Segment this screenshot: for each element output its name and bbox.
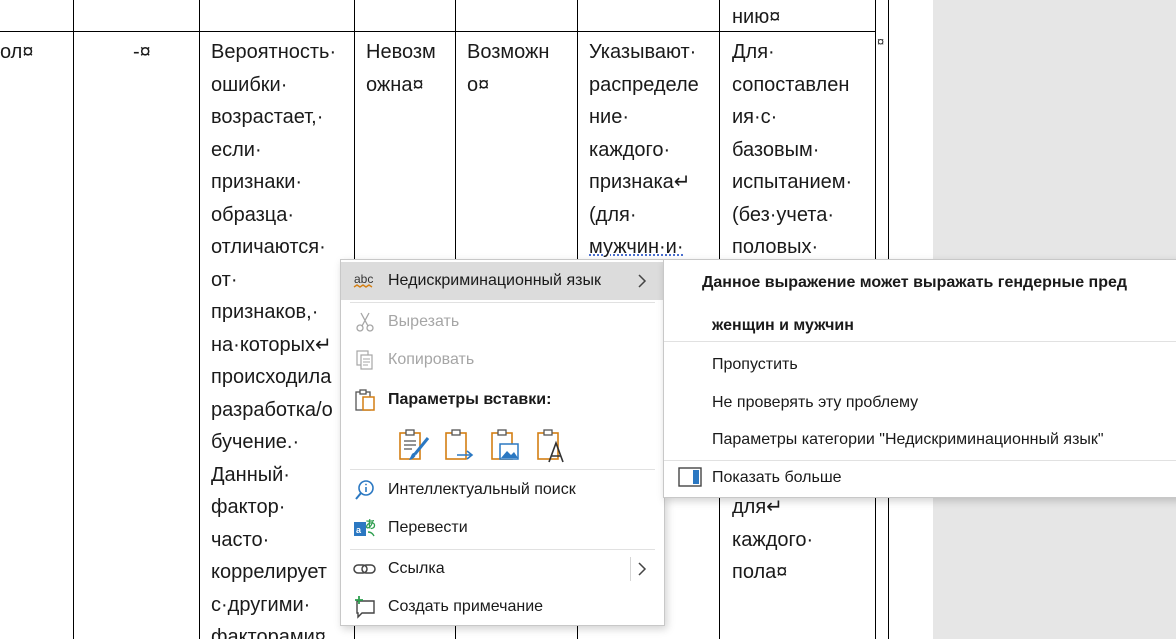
menu-separator	[664, 341, 1176, 342]
text-line: на·которых↵	[211, 333, 332, 356]
menu-item-label: Недискриминационный язык	[388, 272, 601, 289]
text-line: распределе	[589, 73, 699, 96]
chevron-right-icon	[638, 274, 647, 288]
menu-item-link[interactable]: Ссылка	[341, 550, 664, 588]
menu-separator	[664, 460, 1176, 461]
chevron-right-icon	[638, 562, 647, 576]
table-cell-col4[interactable]: Невозм ожна¤	[366, 36, 436, 101]
suggestion-heading-line2: женщин и мужчин	[712, 317, 854, 334]
table-cell-col6[interactable]: Указывают· распределе ние· каждого· приз…	[589, 36, 699, 264]
context-menu: abc Недискриминационный язык Вырезать Ко…	[340, 259, 665, 626]
text-line: признаков,·	[211, 301, 319, 323]
text-line: сопоставлен	[732, 73, 850, 96]
abc-spellcheck-icon: abc	[353, 269, 377, 293]
menu-item-label: Ссылка	[388, 560, 445, 577]
paste-icon	[353, 388, 377, 412]
picture-icon[interactable]	[483, 426, 529, 466]
submenu-item-skip[interactable]: Пропустить	[712, 356, 798, 374]
table-cell-col2[interactable]: -¤	[133, 36, 151, 69]
text-line: происходила	[211, 366, 332, 388]
text-line: (для·	[589, 203, 637, 226]
text-line: если·	[211, 138, 262, 161]
text-line: фактор·	[211, 496, 286, 518]
menu-item-cut[interactable]: Вырезать	[341, 303, 664, 341]
translate-icon: a あ	[353, 516, 377, 540]
text-line: факторами¤	[211, 626, 326, 639]
inclusive-language-submenu: Данное выражение может выражать гендерны…	[663, 259, 1176, 498]
table-cell-top-tail[interactable]: нию¤	[732, 1, 780, 34]
text-line: от·	[211, 268, 238, 291]
text-line: Для·	[732, 41, 775, 63]
split-divider	[630, 557, 631, 581]
table-cell-col5[interactable]: Возможн о¤	[467, 36, 549, 101]
text-line: признаки·	[211, 171, 303, 193]
copy-icon	[353, 348, 377, 372]
row-end-marker: ¤	[877, 34, 885, 49]
text-line: бучение.·	[211, 431, 300, 453]
scissors-icon	[353, 310, 377, 334]
text-line: Возможн	[467, 41, 550, 63]
text-line: разработка/о	[211, 398, 333, 421]
table-cell-col1[interactable]: ол¤	[0, 36, 33, 69]
keep-source-formatting-icon[interactable]	[391, 426, 437, 466]
text-line: с·другими·	[211, 593, 311, 616]
text-line: Вероятность·	[211, 41, 337, 63]
menu-item-copy[interactable]: Копировать	[341, 341, 664, 379]
menu-separator	[350, 469, 655, 470]
keep-text-only-icon[interactable]	[529, 426, 575, 466]
text-line: Данный·	[211, 463, 290, 486]
text-line: пола¤	[732, 561, 788, 583]
submenu-item-dont-check[interactable]: Не проверять эту проблему	[712, 394, 918, 412]
new-comment-icon	[353, 595, 377, 619]
smart-lookup-icon	[353, 478, 377, 502]
show-more-panel-icon	[678, 465, 702, 489]
text-line: признака↵	[589, 171, 691, 193]
table-cell-col7[interactable]: Для· сопоставлен ия·с· базовым· испытани…	[732, 36, 852, 264]
table-cell-col3[interactable]: Вероятность· ошибки· возрастает,· если· …	[211, 36, 336, 639]
table-col-border	[199, 0, 200, 639]
svg-text:abc: abc	[354, 272, 373, 286]
table-col-border	[73, 0, 74, 639]
merge-formatting-icon[interactable]	[437, 426, 483, 466]
text-line: ошибки·	[211, 73, 288, 96]
text-line: Указывают·	[589, 41, 697, 63]
menu-item-label: Создать примечание	[388, 598, 544, 615]
text-line: базовым·	[732, 138, 820, 161]
menu-item-label: Параметры вставки:	[388, 391, 552, 408]
menu-item-inclusive-language[interactable]: abc Недискриминационный язык	[341, 262, 664, 300]
text-line: часто·	[211, 528, 270, 551]
text-line: (без·учета·	[732, 203, 835, 226]
text-line: каждого·	[732, 528, 814, 551]
submenu-item-show-more[interactable]: Показать больше	[712, 469, 842, 487]
table-cell-col7-continued[interactable]: для↵ каждого· пола¤	[732, 491, 813, 589]
text-line: испытанием·	[732, 171, 853, 193]
text-line: образца·	[211, 203, 295, 226]
submenu-item-category-options[interactable]: Параметры категории "Недискриминационный…	[712, 431, 1104, 449]
text-line: о¤	[467, 73, 490, 96]
menu-item-paste-options: Параметры вставки:	[341, 381, 664, 419]
text-line: ние·	[589, 106, 629, 128]
text-line: возрастает,·	[211, 106, 324, 128]
suggestion-heading-line1: Данное выражение может выражать гендерны…	[702, 274, 1128, 291]
text-line: отличаются·	[211, 236, 326, 258]
text-line: Невозм	[366, 41, 436, 63]
menu-item-smart-lookup[interactable]: Интеллектуальный поиск	[341, 471, 664, 509]
text-line: коррелирует	[211, 561, 327, 583]
menu-item-label: Перевести	[388, 519, 468, 536]
paste-options-row	[391, 426, 631, 466]
menu-item-label: Вырезать	[388, 313, 460, 330]
svg-text:あ: あ	[365, 518, 376, 531]
text-line: каждого·	[589, 138, 671, 161]
text-line: ия·с·	[732, 106, 778, 128]
menu-item-label: Интеллектуальный поиск	[388, 481, 576, 498]
link-icon	[353, 557, 377, 581]
menu-item-new-comment[interactable]: Создать примечание	[341, 588, 664, 626]
text-line: ожна¤	[366, 73, 424, 96]
menu-item-translate[interactable]: a あ Перевести	[341, 509, 664, 547]
menu-item-label: Копировать	[388, 351, 475, 368]
